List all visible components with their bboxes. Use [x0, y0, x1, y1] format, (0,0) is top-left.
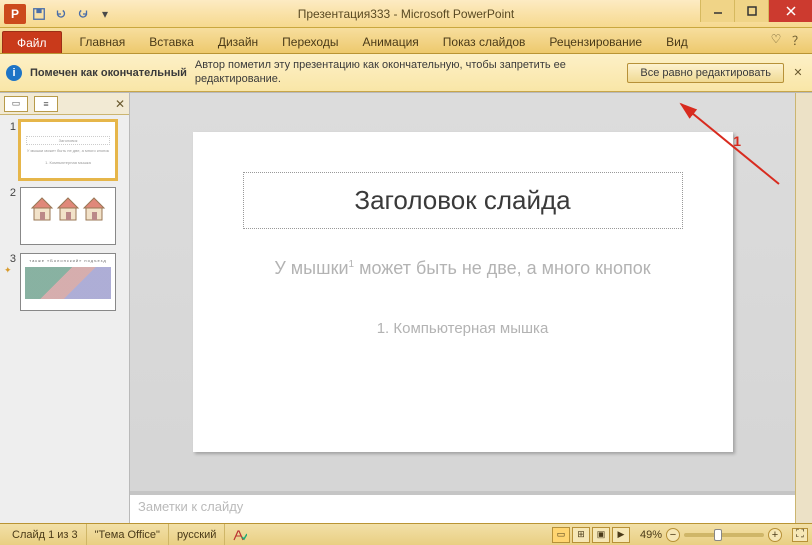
info-title: Помечен как окончательный: [30, 67, 187, 79]
animation-star-icon: ✦: [4, 265, 18, 276]
slide-title-box[interactable]: Заголовок слайда: [243, 172, 683, 229]
tab-review[interactable]: Рецензирование: [537, 31, 654, 53]
slide-title-text: Заголовок слайда: [252, 185, 674, 216]
status-spellcheck-icon[interactable]: [225, 524, 255, 545]
zoom-in-button[interactable]: +: [768, 528, 782, 542]
info-icon: i: [6, 65, 22, 81]
file-tab[interactable]: Файл: [2, 31, 62, 53]
slides-tab-icon[interactable]: ▭: [4, 96, 28, 112]
slide-panel-tabs: ▭ ≡ ✕: [0, 93, 129, 115]
thumb-number: 1: [4, 121, 18, 133]
tab-design[interactable]: Дизайн: [206, 31, 270, 53]
vertical-scrollbar[interactable]: [795, 93, 812, 523]
info-message: Автор пометил эту презентацию как оконча…: [195, 59, 620, 85]
tab-transitions[interactable]: Переходы: [270, 31, 350, 53]
qat-undo-icon[interactable]: [52, 5, 70, 23]
status-language[interactable]: русский: [169, 524, 225, 545]
info-close-icon[interactable]: ✕: [790, 66, 806, 79]
zoom-level[interactable]: 49%: [640, 529, 662, 541]
qat-redo-icon[interactable]: [74, 5, 92, 23]
view-reading-button[interactable]: ▣: [592, 527, 610, 543]
slide-editor: Заголовок слайда У мышки1 может быть не …: [130, 93, 795, 523]
title-bar: P ▾ Презентация333 - Microsoft PowerPoin…: [0, 0, 812, 28]
zoom-out-button[interactable]: −: [666, 528, 680, 542]
slide-canvas[interactable]: Заголовок слайда У мышки1 может быть не …: [130, 93, 795, 491]
slide-panel: ▭ ≡ ✕ 1 Заголовок У мышки может быть не …: [0, 93, 130, 523]
thumbnail-2[interactable]: [20, 187, 116, 245]
outline-tab-icon[interactable]: ≡: [34, 96, 58, 112]
close-button[interactable]: [768, 0, 812, 22]
subtitle-post: может быть не две, а много кнопок: [354, 258, 651, 278]
qat-customize-icon[interactable]: ▾: [96, 5, 114, 23]
status-slide-count: Слайд 1 из 3: [4, 524, 87, 545]
window-title: Презентация333 - Microsoft PowerPoint: [0, 7, 812, 21]
info-bar: i Помечен как окончательный Автор помети…: [0, 54, 812, 92]
thumbnail-row[interactable]: 1 Заголовок У мышки может быть не две, а…: [4, 121, 125, 179]
tab-view[interactable]: Вид: [654, 31, 700, 53]
tab-slideshow[interactable]: Показ слайдов: [431, 31, 538, 53]
qat-save-icon[interactable]: [30, 5, 48, 23]
tab-home[interactable]: Главная: [68, 31, 138, 53]
slide-subtitle[interactable]: У мышки1 может быть не две, а много кноп…: [274, 257, 650, 280]
thumbnail-1[interactable]: Заголовок У мышки может быть не две, а м…: [20, 121, 116, 179]
thumbnail-row[interactable]: 3 ✦ также «Болонский» подъезд: [4, 253, 125, 311]
edit-anyway-button[interactable]: Все равно редактировать: [627, 63, 784, 83]
slide-footnote[interactable]: 1. Компьютерная мышка: [377, 320, 549, 337]
main-area: ▭ ≡ ✕ 1 Заголовок У мышки может быть не …: [0, 92, 812, 523]
status-theme: "Тема Office": [87, 524, 169, 545]
slide-panel-close-icon[interactable]: ✕: [115, 97, 125, 111]
thumbnails-list: 1 Заголовок У мышки может быть не две, а…: [0, 115, 129, 523]
help-icon[interactable]: ？: [790, 32, 806, 49]
quick-access-toolbar: P ▾: [4, 4, 114, 24]
minimize-button[interactable]: [700, 0, 734, 22]
slide: Заголовок слайда У мышки1 может быть не …: [193, 132, 733, 452]
maximize-button[interactable]: [734, 0, 768, 22]
thumbnail-row[interactable]: 2: [4, 187, 125, 245]
thumb-number: 3: [4, 253, 18, 265]
app-logo-icon[interactable]: P: [4, 4, 26, 24]
ribbon-tabs: Файл Главная Вставка Дизайн Переходы Ани…: [0, 28, 812, 54]
view-sorter-button[interactable]: ⊞: [572, 527, 590, 543]
notes-pane[interactable]: Заметки к слайду: [130, 491, 795, 523]
thumbnail-3[interactable]: также «Болонский» подъезд: [20, 253, 116, 311]
fit-to-window-button[interactable]: ⛶: [792, 528, 808, 542]
zoom-slider[interactable]: [684, 533, 764, 537]
view-slideshow-button[interactable]: ▶: [612, 527, 630, 543]
view-normal-button[interactable]: ▭: [552, 527, 570, 543]
thumb-number: 2: [4, 187, 18, 199]
tab-insert[interactable]: Вставка: [137, 31, 206, 53]
ribbon-minimize-icon[interactable]: ♡: [768, 32, 784, 49]
status-bar: Слайд 1 из 3 "Тема Office" русский ▭ ⊞ ▣…: [0, 523, 812, 545]
subtitle-pre: У мышки: [274, 258, 348, 278]
tab-animation[interactable]: Анимация: [350, 31, 430, 53]
